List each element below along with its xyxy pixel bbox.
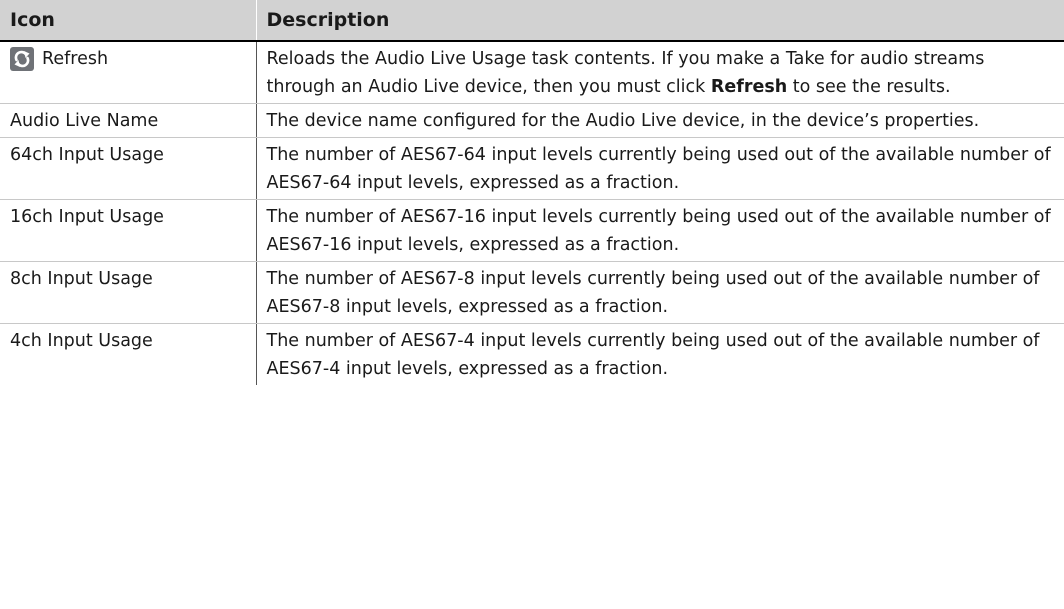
header-icon: Icon — [0, 0, 257, 42]
label-cell: 64ch Input Usage — [0, 137, 257, 200]
label-cell: 4ch Input Usage — [0, 323, 257, 385]
table-row: 16ch Input Usage The number of AES67-16 … — [0, 199, 1064, 262]
refresh-cell: Refresh — [0, 41, 257, 104]
description-cell: The number of AES67-4 input levels curre… — [266, 331, 1040, 379]
table-row: 8ch Input Usage The number of AES67-8 in… — [0, 261, 1064, 324]
table-row: 64ch Input Usage The number of AES67-64 … — [0, 137, 1064, 200]
description-bold: Refresh — [710, 77, 788, 97]
label-cell: Audio Live Name — [0, 103, 257, 138]
refresh-label: Refresh — [42, 49, 109, 69]
description-cell: The number of AES67-64 input levels curr… — [256, 137, 1064, 200]
description-cell: The number of AES67-16 input levels curr… — [256, 199, 1064, 262]
label-cell: 16ch Input Usage — [0, 199, 257, 262]
description-cell: The device name configured for the Audio… — [256, 103, 1064, 138]
description-cell: The number of AES67-8 input levels curre… — [256, 261, 1064, 324]
refresh-icon[interactable] — [10, 47, 34, 71]
icon-description-table: Icon Description Refresh Reloads the Aud… — [0, 0, 1064, 385]
table-row: Audio Live Name The device name configur… — [0, 103, 1064, 138]
header-description: Description — [256, 0, 1064, 42]
table-row: Refresh Reloads the Audio Live Usage tas… — [0, 41, 1064, 104]
label-cell: 8ch Input Usage — [0, 261, 257, 324]
description-cell: Reloads the Audio Live Usage task conten… — [256, 41, 1064, 104]
table-header-row: Icon Description — [0, 0, 1064, 42]
table-row: 4ch Input Usage The number of AES67-4 in… — [0, 323, 1064, 385]
description-text-end: to see the results. — [787, 77, 951, 97]
refresh-item[interactable]: Refresh — [10, 45, 108, 73]
